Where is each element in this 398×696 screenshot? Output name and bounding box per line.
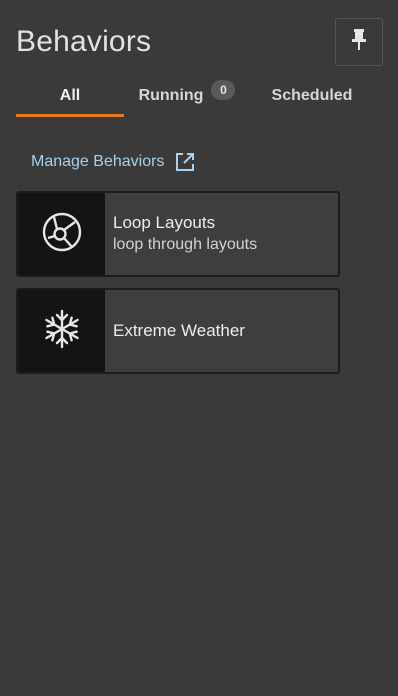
tab-bar: All Running 0 Scheduled <box>16 76 366 118</box>
behavior-title: Loop Layouts <box>113 213 216 232</box>
card-body: Loop Layouts loop through layouts <box>105 193 338 275</box>
behaviors-panel: Behaviors All Running 0 Scheduled Manage… <box>0 0 398 696</box>
snowflake-icon <box>41 308 83 355</box>
manage-behaviors-label: Manage Behaviors <box>31 153 165 170</box>
manage-behaviors-link[interactable]: Manage Behaviors <box>31 150 196 174</box>
behavior-title: Extreme Weather <box>113 321 245 340</box>
card-body: Extreme Weather <box>105 290 338 372</box>
tab-running-label: Running <box>138 87 204 104</box>
card-icon-area <box>18 193 105 275</box>
external-link-icon <box>174 151 196 173</box>
tab-all[interactable]: All <box>16 76 124 116</box>
pin-icon <box>349 28 369 57</box>
tab-running[interactable]: Running 0 <box>132 76 242 116</box>
active-tab-indicator <box>16 114 124 117</box>
running-count-badge: 0 <box>211 80 236 100</box>
pin-button[interactable] <box>335 18 383 66</box>
behavior-card-extreme-weather[interactable]: Extreme Weather <box>16 288 340 374</box>
page-title: Behaviors <box>16 25 152 58</box>
tab-all-label: All <box>59 87 81 104</box>
tab-scheduled-label: Scheduled <box>271 87 353 104</box>
card-icon-area <box>18 290 105 372</box>
loop-layouts-icon <box>40 210 84 259</box>
behavior-card-loop-layouts[interactable]: Loop Layouts loop through layouts <box>16 191 340 277</box>
tab-scheduled[interactable]: Scheduled <box>262 76 362 116</box>
behavior-subtitle: loop through layouts <box>113 236 258 253</box>
